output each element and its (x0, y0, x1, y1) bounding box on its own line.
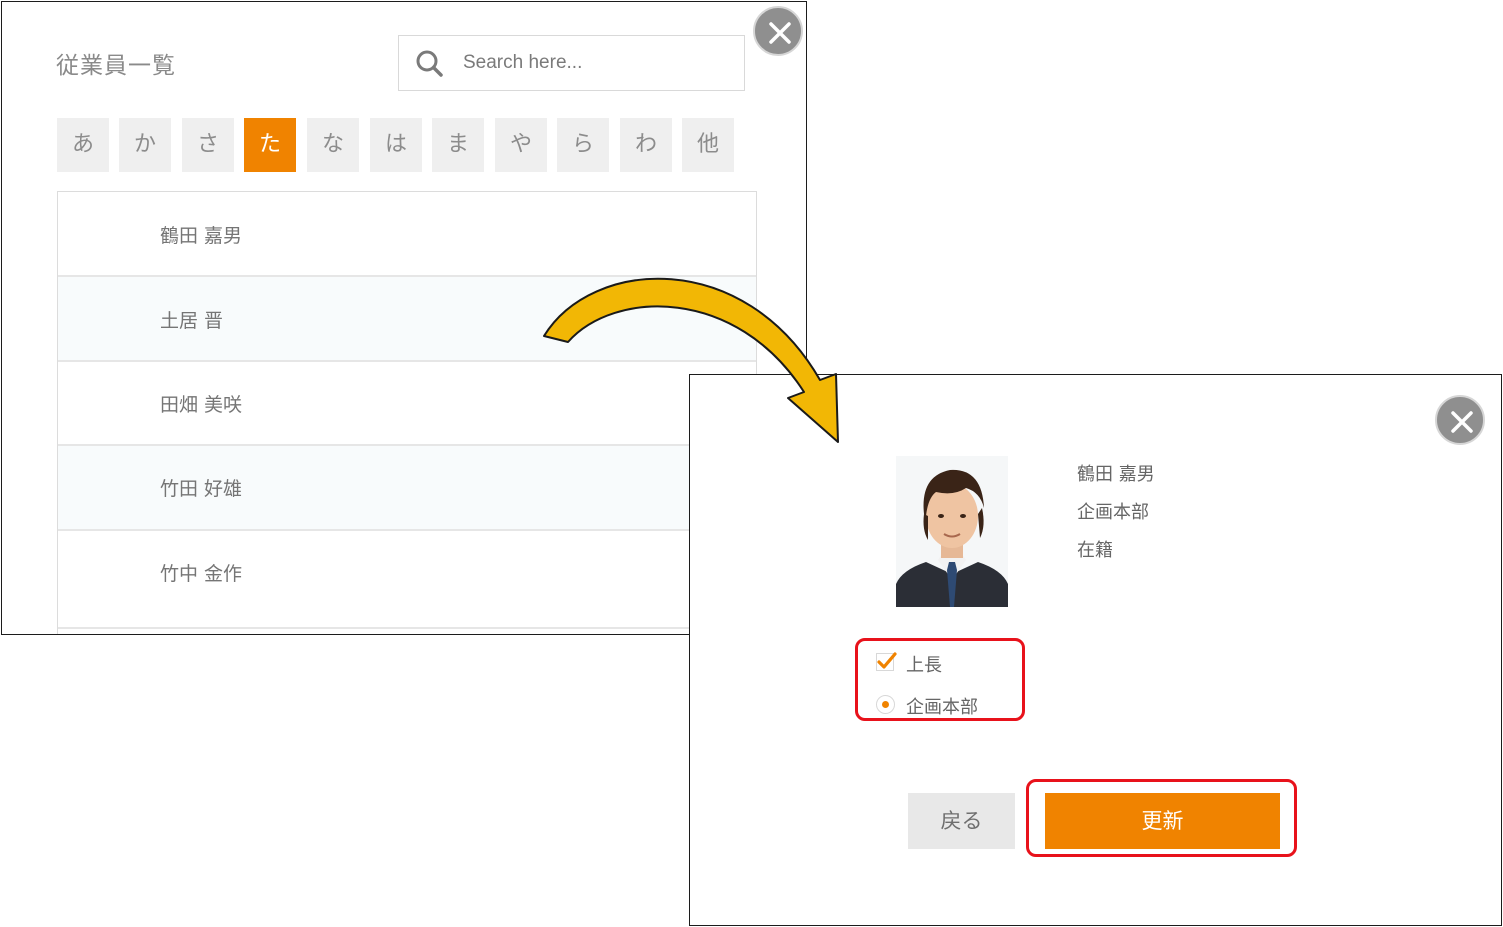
employee-name: 土居 晋 (160, 310, 224, 332)
employee-department: 企画本部 (1077, 502, 1149, 523)
tab-kana-ta[interactable]: た (244, 118, 296, 172)
list-item[interactable]: 竹田 好雄 (58, 446, 756, 531)
tab-kana-ra[interactable]: ら (557, 118, 609, 172)
update-highlight-box (1026, 779, 1297, 857)
employee-name: 田畑 美咲 (160, 394, 243, 416)
search-icon (415, 49, 445, 79)
close-button[interactable] (1435, 395, 1485, 445)
close-button[interactable] (753, 6, 803, 56)
employee-detail-panel: 鶴田 嘉男 企画本部 在籍 上長 企画本部 戻る 更新 (689, 374, 1502, 926)
search-box[interactable]: Search here... (398, 35, 745, 91)
tab-kana-sa[interactable]: さ (182, 118, 234, 172)
options-highlight-box (855, 638, 1025, 721)
tab-kana-ma[interactable]: ま (432, 118, 484, 172)
tab-kana-a[interactable]: あ (57, 118, 109, 172)
search-input[interactable]: Search here... (463, 52, 582, 74)
page-title: 従業員一覧 (56, 53, 176, 79)
employee-name: 鶴田 嘉男 (160, 225, 243, 247)
back-button[interactable]: 戻る (908, 793, 1015, 849)
tab-kana-ka[interactable]: か (119, 118, 171, 172)
tab-kana-ya[interactable]: や (495, 118, 547, 172)
tab-kana-na[interactable]: な (307, 118, 359, 172)
list-item[interactable]: 竹中 金作 (58, 531, 756, 629)
curved-arrow-icon (543, 277, 839, 443)
tab-kana-other[interactable]: 他 (682, 118, 734, 172)
employee-name: 竹中 金作 (160, 563, 243, 585)
employee-name: 竹田 好雄 (160, 478, 243, 500)
employee-status: 在籍 (1077, 540, 1113, 561)
tab-kana-ha[interactable]: は (370, 118, 422, 172)
employee-photo (896, 456, 1008, 607)
tab-kana-wa[interactable]: わ (620, 118, 672, 172)
close-icon (1451, 411, 1473, 433)
close-icon (769, 22, 791, 44)
employee-name: 鶴田 嘉男 (1077, 464, 1155, 485)
